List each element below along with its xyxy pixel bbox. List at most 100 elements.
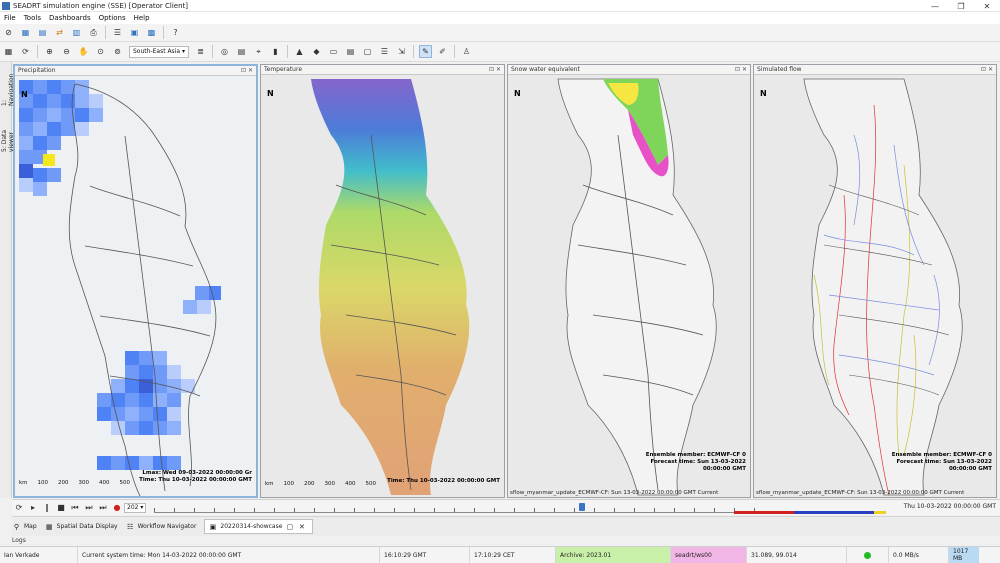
window-controls: — ❐ ✕ bbox=[922, 0, 1000, 12]
export-icon[interactable]: ⇲ bbox=[395, 45, 408, 58]
map-info: Lmax: Wed 09-03-2022 00:00:00 Gr Time: T… bbox=[139, 470, 252, 484]
comment-icon[interactable]: ▢ bbox=[361, 45, 374, 58]
forecast-color-strip bbox=[734, 511, 886, 514]
tab-label: Workflow Navigator bbox=[137, 523, 197, 530]
time-slider-tick bbox=[574, 507, 576, 512]
simulated-flow-map[interactable]: N Ensemble member: ECMWF-CF 0 Forecast t… bbox=[754, 75, 996, 497]
simulated-flow-map-canvas bbox=[754, 75, 996, 497]
time-slider[interactable] bbox=[154, 502, 775, 513]
temperature-map[interactable]: N Time: Thu 10-03-2022 00:00:00 GMT km 1… bbox=[261, 75, 504, 497]
import-icon[interactable]: ⇄ bbox=[53, 26, 66, 39]
menu-file[interactable]: File bbox=[4, 14, 16, 22]
display-icon[interactable]: ▣ bbox=[128, 26, 141, 39]
toolbar-separator bbox=[453, 45, 455, 58]
edit-icon[interactable]: ✐ bbox=[436, 45, 449, 58]
tab-spatial-data-display[interactable]: ▦ Spatial Data Display bbox=[45, 522, 118, 531]
precipitation-map-canvas bbox=[15, 76, 256, 496]
menu-tools[interactable]: Tools bbox=[24, 14, 41, 22]
map-icon: ⚲ bbox=[13, 522, 20, 531]
location-icon[interactable]: ⌖ bbox=[252, 45, 265, 58]
notes-icon[interactable]: ☰ bbox=[378, 45, 391, 58]
person-icon[interactable]: ♙ bbox=[460, 45, 473, 58]
workflow-icon: ☷ bbox=[126, 522, 134, 531]
legend-icon[interactable]: ▤ bbox=[344, 45, 357, 58]
status-ok-icon bbox=[847, 546, 889, 563]
workflow-list-icon[interactable]: ☰ bbox=[111, 26, 124, 39]
panel-header: Precipitation ⊡ ✕ bbox=[15, 66, 256, 76]
stop-icon[interactable]: ■ bbox=[56, 501, 66, 514]
restore-icon[interactable]: ▢ bbox=[285, 522, 294, 531]
north-arrow-icon: N bbox=[760, 89, 767, 98]
menu-options[interactable]: Options bbox=[99, 14, 126, 22]
zoom-in-icon[interactable]: ⊕ bbox=[43, 45, 56, 58]
globe-icon[interactable]: ◎ bbox=[218, 45, 231, 58]
refresh-icon[interactable]: ⟳ bbox=[14, 501, 24, 514]
layout-icon[interactable]: ▦ bbox=[2, 45, 15, 58]
close-icon[interactable]: ✕ bbox=[297, 522, 306, 531]
refresh-icon[interactable]: ⟳ bbox=[19, 45, 32, 58]
north-arrow-icon: N bbox=[21, 90, 28, 99]
play-icon[interactable]: ▸ bbox=[28, 501, 38, 514]
compass-icon[interactable]: ⊘ bbox=[2, 26, 15, 39]
print-icon[interactable]: ⎙ bbox=[87, 26, 100, 39]
layers-icon[interactable]: ≣ bbox=[194, 45, 207, 58]
snow-water-map[interactable]: N Ensemble member: ECMWF-CF 0 Forecast t… bbox=[508, 75, 750, 497]
rectangle-icon[interactable]: ▭ bbox=[327, 45, 340, 58]
panel-controls[interactable]: ⊡ ✕ bbox=[489, 66, 501, 73]
time-slider-tick bbox=[714, 507, 716, 512]
toolbar-separator bbox=[286, 45, 288, 58]
tab-workflow-navigator[interactable]: ☷ Workflow Navigator bbox=[126, 522, 197, 531]
time-slider-tick bbox=[174, 507, 176, 512]
zoom-out-icon[interactable]: ⊖ bbox=[60, 45, 73, 58]
window-title: SEADRT simulation engine (SSE) [Operator… bbox=[13, 1, 188, 10]
pause-icon[interactable]: ‖ bbox=[42, 501, 52, 514]
scale-label: 100 bbox=[283, 481, 295, 487]
skip-end-icon[interactable]: ⏭ bbox=[98, 501, 108, 514]
map-info: Ensemble member: ECMWF-CF 0 Forecast tim… bbox=[646, 452, 746, 473]
zoom-extent-icon[interactable]: ⊚ bbox=[111, 45, 124, 58]
time-step-select[interactable]: 202 ▾ bbox=[124, 502, 147, 513]
fill-icon[interactable]: ◆ bbox=[310, 45, 323, 58]
tab-map[interactable]: ⚲ Map bbox=[12, 522, 37, 531]
panel-controls[interactable]: ⊡ ✕ bbox=[981, 66, 993, 73]
scale-unit: km bbox=[265, 481, 274, 487]
database-icon[interactable]: ▩ bbox=[145, 26, 158, 39]
status-system-time: Current system time: Mon 14-03-2022 00:0… bbox=[78, 546, 380, 563]
time-slider-tick bbox=[254, 507, 256, 512]
chart-icon[interactable]: ▥ bbox=[70, 26, 83, 39]
menu-help[interactable]: Help bbox=[134, 14, 150, 22]
precipitation-map[interactable]: N Lmax: Wed 09-03-2022 00:00:00 Gr Time:… bbox=[15, 76, 256, 496]
time-slider-tick bbox=[594, 507, 596, 512]
minimize-button[interactable]: — bbox=[922, 0, 948, 12]
step-forward-icon[interactable]: ⏭ bbox=[84, 501, 94, 514]
panel-title: Temperature bbox=[264, 66, 303, 73]
help-icon[interactable]: ? bbox=[169, 26, 182, 39]
grid-icon[interactable]: ▤ bbox=[235, 45, 248, 58]
step-back-icon[interactable]: ⏮ bbox=[70, 501, 80, 514]
region-select[interactable]: South-East Asia ▾ bbox=[129, 45, 189, 58]
tab-showcase[interactable]: ▣ 20220314-showcase ▢ ✕ bbox=[204, 519, 314, 534]
main-toolbar: ⊘ ▦ ▤ ⇄ ▥ ⎙ ☰ ▣ ▩ ? bbox=[0, 24, 1000, 42]
panel-controls[interactable]: ⊡ ✕ bbox=[241, 67, 253, 74]
scale-label: 200 bbox=[304, 481, 315, 487]
bar-chart-icon[interactable]: ▮ bbox=[269, 45, 282, 58]
time-slider-tick bbox=[394, 507, 396, 512]
triangle-icon[interactable]: ▲ bbox=[293, 45, 306, 58]
panel-controls[interactable]: ⊡ ✕ bbox=[735, 66, 747, 73]
calendar-icon[interactable]: ▦ bbox=[19, 26, 32, 39]
toolbar-separator bbox=[163, 26, 164, 39]
zoom-previous-icon[interactable]: ⊙ bbox=[94, 45, 107, 58]
table-icon[interactable]: ▤ bbox=[36, 26, 49, 39]
pencil-icon[interactable]: ✎ bbox=[418, 45, 432, 58]
time-slider-handle[interactable] bbox=[579, 502, 586, 511]
tab-label: 20220314-showcase bbox=[220, 523, 283, 530]
logs-label[interactable]: Logs bbox=[12, 537, 26, 546]
panel-title: Simulated flow bbox=[757, 66, 802, 73]
record-icon[interactable]: ● bbox=[112, 501, 122, 514]
map-info: Ensemble member: ECMWF-CF 0 Forecast tim… bbox=[892, 452, 992, 473]
pan-icon[interactable]: ✋ bbox=[77, 45, 90, 58]
close-button[interactable]: ✕ bbox=[974, 0, 1000, 12]
menu-dashboards[interactable]: Dashboards bbox=[49, 14, 91, 22]
maximize-button[interactable]: ❐ bbox=[948, 0, 974, 12]
time-slider-tick bbox=[354, 507, 356, 512]
